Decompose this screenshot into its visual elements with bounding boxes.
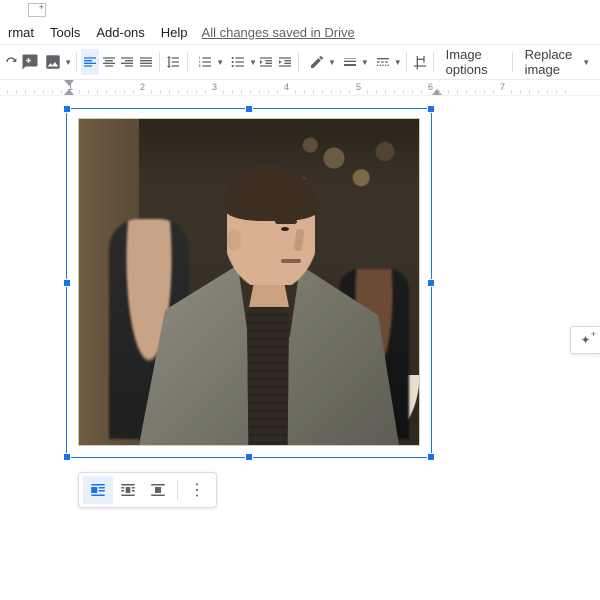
horizontal-ruler[interactable]: 1 2 3 4 5 6 7 xyxy=(0,80,600,96)
explore-side-button[interactable] xyxy=(570,326,600,354)
chevron-down-icon: ▼ xyxy=(394,58,402,67)
separator xyxy=(159,52,160,72)
align-left-button[interactable] xyxy=(81,49,100,75)
insert-image-dropdown[interactable]: ▼ xyxy=(39,49,72,75)
resize-handle-e[interactable] xyxy=(427,279,435,287)
separator xyxy=(406,52,407,72)
menu-format[interactable]: rmat xyxy=(0,21,42,44)
chevron-down-icon: ▼ xyxy=(64,58,72,67)
ruler-tick: 4 xyxy=(284,82,289,92)
ruler-tick: 7 xyxy=(500,82,505,92)
align-center-button[interactable] xyxy=(99,49,118,75)
insert-image-icon[interactable] xyxy=(39,49,67,75)
crop-image-button[interactable] xyxy=(410,49,429,75)
border-weight-dropdown[interactable]: ▼ xyxy=(336,49,369,75)
menu-bar: rmat Tools Add-ons Help All changes save… xyxy=(0,20,600,44)
align-right-button[interactable] xyxy=(118,49,137,75)
separator xyxy=(76,52,77,72)
border-weight-icon[interactable] xyxy=(336,49,364,75)
ruler-tick: 3 xyxy=(212,82,217,92)
photo-content xyxy=(79,119,419,445)
resize-handle-n[interactable] xyxy=(245,105,253,113)
replace-image-dropdown[interactable]: Replace image ▼ xyxy=(517,49,599,75)
toolbar: ▼ ▼ ▼ xyxy=(0,44,600,80)
line-spacing-button[interactable] xyxy=(164,49,183,75)
ruler-tick: 5 xyxy=(356,82,361,92)
increase-indent-button[interactable] xyxy=(276,49,295,75)
more-vertical-icon: ⋮ xyxy=(189,480,205,500)
bulleted-list-icon[interactable] xyxy=(224,49,252,75)
image-wrap-toolbar: ⋮ xyxy=(78,472,217,508)
document-canvas: ⋮ xyxy=(0,96,600,600)
chevron-down-icon: ▼ xyxy=(216,58,224,67)
wrap-text-button[interactable] xyxy=(113,476,143,504)
title-strip xyxy=(0,0,600,20)
numbered-list-dropdown[interactable]: ▼ xyxy=(191,49,224,75)
resize-handle-se[interactable] xyxy=(427,453,435,461)
resize-handle-nw[interactable] xyxy=(63,105,71,113)
bulleted-list-dropdown[interactable]: ▼ xyxy=(224,49,257,75)
chevron-down-icon: ▼ xyxy=(361,58,369,67)
right-indent-marker[interactable] xyxy=(432,89,442,95)
add-comment-icon[interactable] xyxy=(21,49,40,75)
numbered-list-icon[interactable] xyxy=(191,49,219,75)
separator xyxy=(433,52,434,72)
separator xyxy=(187,52,188,72)
ruler-tick: 2 xyxy=(140,82,145,92)
decrease-indent-button[interactable] xyxy=(257,49,276,75)
more-options-button[interactable]: ⋮ xyxy=(182,476,212,504)
inserted-image[interactable] xyxy=(78,118,420,446)
chevron-down-icon: ▼ xyxy=(328,58,336,67)
resize-handle-sw[interactable] xyxy=(63,453,71,461)
wrap-break-button[interactable] xyxy=(143,476,173,504)
wrap-inline-button[interactable] xyxy=(83,476,113,504)
chevron-down-icon: ▼ xyxy=(249,58,257,67)
menu-tools[interactable]: Tools xyxy=(42,21,88,44)
resize-handle-s[interactable] xyxy=(245,453,253,461)
ruler-tick: 6 xyxy=(428,82,433,92)
border-dash-dropdown[interactable]: ▼ xyxy=(369,49,402,75)
menu-help[interactable]: Help xyxy=(153,21,196,44)
menu-addons[interactable]: Add-ons xyxy=(88,21,152,44)
border-dash-icon[interactable] xyxy=(369,49,397,75)
separator xyxy=(177,480,178,500)
align-justify-button[interactable] xyxy=(137,49,156,75)
undo-partial-icon[interactable] xyxy=(2,49,21,75)
border-color-icon[interactable] xyxy=(303,49,331,75)
new-doc-tab-icon[interactable] xyxy=(28,3,46,17)
resize-handle-ne[interactable] xyxy=(427,105,435,113)
separator xyxy=(298,52,299,72)
resize-handle-w[interactable] xyxy=(63,279,71,287)
page[interactable]: ⋮ xyxy=(0,96,600,600)
chevron-down-icon: ▼ xyxy=(582,58,590,67)
border-color-dropdown[interactable]: ▼ xyxy=(303,49,336,75)
image-options-button[interactable]: Image options xyxy=(438,49,508,75)
separator xyxy=(512,52,513,72)
replace-image-label: Replace image xyxy=(525,47,579,77)
ruler-tick: 1 xyxy=(68,82,73,92)
save-status[interactable]: All changes saved in Drive xyxy=(202,25,355,40)
